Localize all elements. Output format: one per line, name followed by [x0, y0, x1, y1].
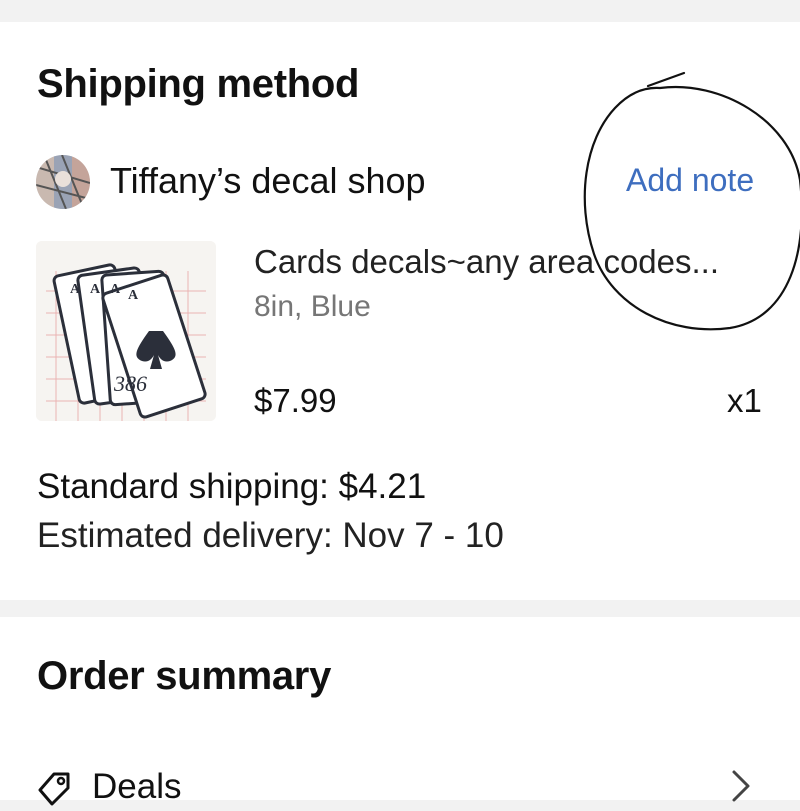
svg-text:A: A	[128, 288, 139, 303]
shop-name[interactable]: Tiffany’s decal shop	[110, 160, 426, 202]
deals-row[interactable]: Deals	[0, 755, 800, 806]
section-title-shipping: Shipping method	[37, 62, 360, 106]
top-separator	[0, 0, 800, 22]
item-variant: 8in, Blue	[254, 290, 371, 323]
item-title[interactable]: Cards decals~any area codes...	[254, 243, 719, 281]
item-quantity[interactable]: x1	[727, 382, 762, 420]
add-note-link[interactable]: Add note	[626, 162, 754, 199]
svg-text:A: A	[110, 282, 121, 297]
svg-text:A: A	[90, 282, 101, 297]
shop-avatar[interactable]	[36, 155, 90, 209]
estimated-delivery: Estimated delivery: Nov 7 - 10	[37, 516, 504, 555]
card-number-label: 386	[113, 371, 147, 396]
deals-label: Deals	[92, 767, 182, 806]
tag-icon	[36, 770, 72, 806]
item-thumbnail[interactable]: AAAA 386	[36, 241, 216, 421]
standard-shipping-option[interactable]: Standard shipping: $4.21	[37, 467, 426, 507]
section-title-order-summary: Order summary	[37, 654, 332, 698]
item-price: $7.99	[254, 382, 337, 419]
chevron-right-icon	[728, 769, 754, 803]
svg-text:A: A	[70, 282, 81, 297]
